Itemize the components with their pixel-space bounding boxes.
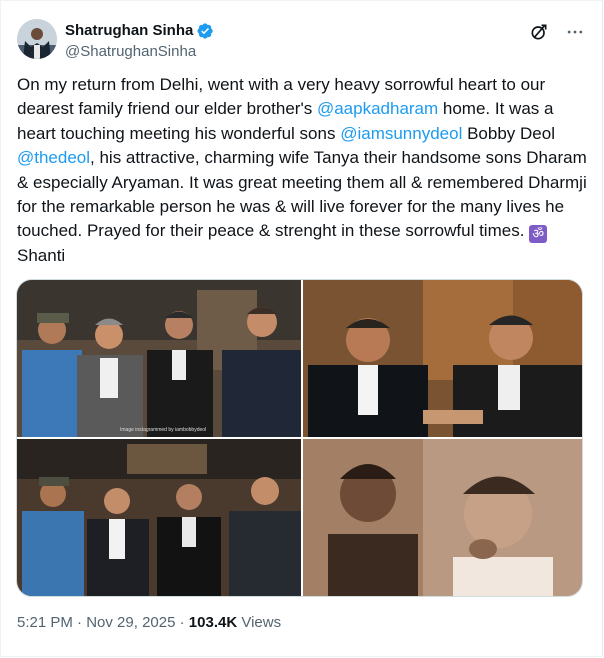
tweet-header: Shatrughan Sinha @ShatrughanSinha	[17, 17, 586, 61]
group-photo-1[interactable]: Image instagrammed by iambobbydeol	[17, 280, 301, 437]
group-photo-2[interactable]	[17, 439, 301, 596]
display-name[interactable]: Shatrughan Sinha	[65, 21, 193, 41]
tweet-date[interactable]: Nov 29, 2025	[86, 614, 175, 631]
more-icon[interactable]	[564, 21, 586, 43]
tweet-meta: 5:21 PM · Nov 29, 2025 · 103.4K Views	[17, 613, 281, 633]
verified-badge-icon	[196, 22, 214, 40]
sepia-photo[interactable]	[303, 439, 582, 596]
author-names: Shatrughan Sinha @ShatrughanSinha	[65, 21, 214, 62]
media-grid: Image instagrammed by iambobbydeol	[16, 279, 583, 597]
views-count: 103.4K	[188, 614, 238, 631]
two-men-photo[interactable]	[303, 280, 582, 437]
header-actions	[528, 21, 586, 43]
om-emoji-icon: ॐ	[529, 225, 548, 244]
tweet-text: On my return from Delhi, went with a ver…	[17, 73, 589, 268]
tweet-text-part: Bobby Deol	[462, 123, 555, 143]
tweet-card: Shatrughan Sinha @ShatrughanSinha On my …	[0, 0, 603, 657]
mention-link[interactable]: @thedeol	[17, 148, 90, 167]
avatar[interactable]	[17, 19, 57, 59]
views-label: Views	[237, 614, 282, 631]
meta-separator: ·	[175, 614, 189, 631]
tweet-text-part: Shanti	[17, 245, 66, 265]
handle[interactable]: @ShatrughanSinha	[65, 42, 214, 62]
tweet-time[interactable]: 5:21 PM	[17, 614, 73, 631]
mention-link[interactable]: @aapkadharam	[317, 99, 438, 118]
tweet-text-part: , his attractive, charming wife Tanya th…	[17, 148, 587, 241]
grok-icon[interactable]	[528, 21, 550, 43]
meta-separator: ·	[72, 614, 87, 631]
mention-link[interactable]: @iamsunnydeol	[340, 124, 462, 143]
photo-credit: Image instagrammed by iambobbydeol	[120, 427, 207, 433]
